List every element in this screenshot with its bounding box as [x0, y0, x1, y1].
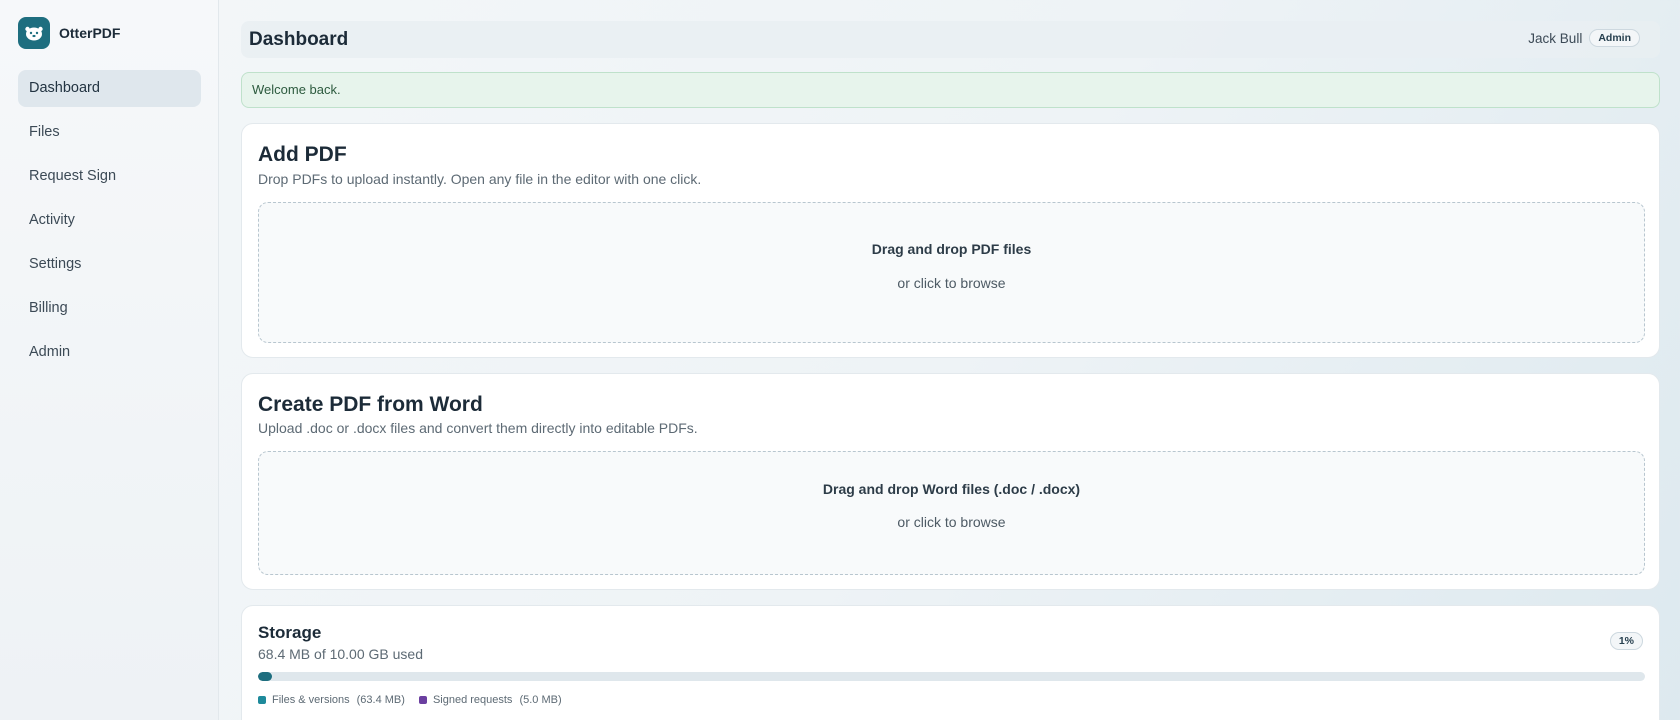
- add-pdf-card: Add PDF Drop PDFs to upload instantly. O…: [241, 123, 1660, 358]
- legend-label-files: Files & versions: [272, 694, 350, 706]
- word-dropzone-label: Drag and drop Word files (.doc / .docx): [822, 481, 1081, 497]
- storage-used-text: 68.4 MB of 10.00 GB used: [258, 646, 423, 662]
- header-bar: Dashboard Jack Bull Admin: [241, 21, 1660, 58]
- pdf-dropzone-browse[interactable]: or click to browse: [259, 275, 1644, 291]
- storage-legend: Files & versions (63.4 MB) Signed reques…: [258, 694, 576, 706]
- user-name: Jack Bull: [1528, 30, 1583, 46]
- legend-size-files: (63.4 MB): [356, 694, 405, 706]
- legend-item-signed: Signed requests (5.0 MB): [418, 694, 562, 706]
- sidebar-item-admin[interactable]: Admin: [18, 334, 201, 371]
- add-pdf-description: Drop PDFs to upload instantly. Open any …: [258, 171, 702, 187]
- pdf-dropzone-label: Drag and drop PDF files: [871, 241, 1032, 257]
- storage-percent-badge: 1%: [1609, 632, 1643, 650]
- user-menu[interactable]: Jack Bull Admin: [1528, 29, 1640, 47]
- legend-swatch-signed: [418, 696, 427, 704]
- add-pdf-title: Add PDF: [258, 143, 347, 166]
- word-dropzone[interactable]: Drag and drop Word files (.doc / .docx) …: [258, 451, 1645, 575]
- legend-label-signed: Signed requests: [432, 694, 513, 706]
- legend-size-signed: (5.0 MB): [519, 694, 562, 706]
- legend-swatch-files: [258, 696, 266, 704]
- sidebar-item-activity[interactable]: Activity: [18, 202, 201, 239]
- sidebar-item-dashboard[interactable]: Dashboard: [18, 70, 201, 107]
- sidebar-item-request-sign[interactable]: Request Sign: [18, 158, 201, 195]
- pdf-dropzone[interactable]: Drag and drop PDF files or click to brow…: [258, 202, 1645, 343]
- app-name: OtterPDF: [59, 25, 121, 41]
- storage-card: Storage 68.4 MB of 10.00 GB used 1% File…: [241, 605, 1660, 720]
- sidebar-item-settings[interactable]: Settings: [18, 246, 201, 283]
- welcome-alert: Welcome back.: [241, 72, 1660, 108]
- word-to-pdf-description: Upload .doc or .docx files and convert t…: [258, 420, 698, 436]
- word-to-pdf-card: Create PDF from Word Upload .doc or .doc…: [241, 373, 1660, 590]
- sidebar-item-files[interactable]: Files: [18, 114, 201, 151]
- word-dropzone-browse[interactable]: or click to browse: [259, 514, 1644, 530]
- page-title: Dashboard: [249, 29, 349, 50]
- role-badge: Admin: [1589, 29, 1640, 47]
- sidebar-nav: Dashboard Files Request Sign Activity Se…: [18, 70, 201, 378]
- legend-item-files: Files & versions (63.4 MB): [258, 694, 405, 706]
- storage-title: Storage: [258, 623, 322, 642]
- brand[interactable]: OtterPDF: [18, 17, 120, 49]
- storage-progress-bar: [258, 672, 1645, 681]
- word-to-pdf-title: Create PDF from Word: [258, 393, 483, 416]
- storage-progress-fill: [258, 672, 272, 681]
- sidebar-item-billing[interactable]: Billing: [18, 290, 201, 327]
- otter-icon: [18, 17, 50, 49]
- sidebar: OtterPDF Dashboard Files Request Sign Ac…: [0, 0, 219, 720]
